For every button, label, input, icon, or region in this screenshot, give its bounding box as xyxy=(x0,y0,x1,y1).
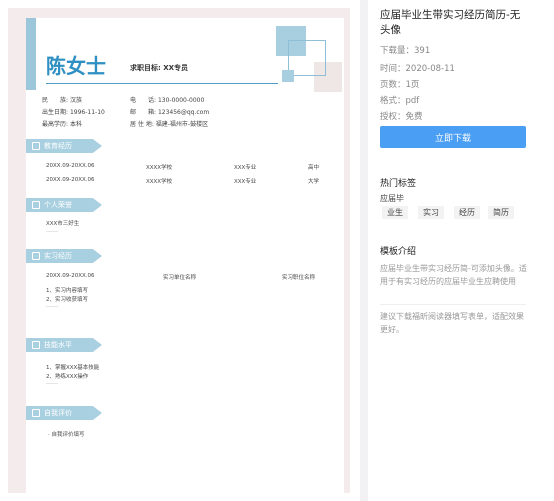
download-count: 下载量：391 xyxy=(380,46,431,56)
paper-frame: 陈女士 求职目标: XX专员 民 族: 汉族 出生日期: 1996-11-10 … xyxy=(8,8,350,493)
template-sidebar: 应届毕业生带实习经历简历-无头像 下载量：391 时间：2020-08-11 页… xyxy=(368,0,554,501)
table-cell: 实习单位名称 xyxy=(163,275,197,281)
table-cell: 高中 xyxy=(308,165,320,171)
intro-note: 建议下载福昕阅读器填写表单，适配效果更好。 xyxy=(380,312,524,334)
list-item: · 自我评价填写 xyxy=(48,432,85,438)
info-item: 最高学历: 本科 xyxy=(42,121,82,128)
user-icon xyxy=(32,201,40,209)
list-item: 1、实习内容填写 xyxy=(46,288,88,294)
ellipsis: …… xyxy=(46,302,58,309)
tag-link[interactable]: 应届毕 xyxy=(380,192,409,205)
section-experience: 实习经历 xyxy=(26,249,102,263)
list-item: XXX市三好生 xyxy=(46,221,80,227)
section-education: 教育经历 xyxy=(26,139,102,153)
ellipsis: …… xyxy=(46,227,58,234)
divider xyxy=(380,304,526,305)
accent-strip xyxy=(26,18,36,90)
info-item: 邮 箱: 123456@qq.com xyxy=(130,109,210,116)
section-skills: 技能水平 xyxy=(26,338,102,352)
file-format: 格式：pdf xyxy=(380,96,420,106)
resume-name: 陈女士 xyxy=(46,54,106,78)
table-cell: XXX专业 xyxy=(234,165,257,171)
table-cell: XXXX学校 xyxy=(146,165,173,171)
download-button[interactable]: 立即下载 xyxy=(380,126,526,148)
intro-text: 应届毕业生带实习经历简-可添加头像。适用于有实习经历的应届毕业生应聘使用 xyxy=(380,264,527,286)
page-count: 页数：1页 xyxy=(380,80,420,90)
table-cell: XXX专业 xyxy=(234,179,257,185)
folder-icon xyxy=(32,252,40,260)
tools-icon xyxy=(32,341,40,349)
table-row: 20XX.09-20XX.06 xyxy=(46,163,95,169)
tag-link[interactable]: 业生 xyxy=(382,206,408,219)
resume-objective: 求职目标: XX专员 xyxy=(130,64,189,72)
info-item: 居 住 地: 福建-福州市-鼓楼区 xyxy=(130,121,209,128)
table-row: 20XX.09-20XX.06 xyxy=(46,177,95,183)
resume-preview: 陈女士 求职目标: XX专员 民 族: 汉族 出生日期: 1996-11-10 … xyxy=(0,0,360,501)
graduation-cap-icon xyxy=(32,142,40,150)
info-item: 电 话: 130-0000-0000 xyxy=(130,97,205,104)
info-item: 出生日期: 1996-11-10 xyxy=(42,109,105,116)
tag-link[interactable]: 实习 xyxy=(418,206,444,219)
tags-heading: 热门标签 xyxy=(380,179,417,189)
table-cell: XXXX学校 xyxy=(146,179,173,185)
ellipsis: …… xyxy=(46,379,58,386)
divider xyxy=(46,83,278,84)
license: 授权：免费 xyxy=(380,112,423,122)
info-item: 民 族: 汉族 xyxy=(42,97,82,104)
tag-link[interactable]: 经历 xyxy=(454,206,480,219)
table-row: 20XX.09-20XX.06 xyxy=(46,273,95,279)
template-title: 应届毕业生带实习经历简历-无头像 xyxy=(380,9,521,36)
resume-page: 陈女士 求职目标: XX专员 民 族: 汉族 出生日期: 1996-11-10 … xyxy=(26,18,344,493)
list-item: 1、掌握XXX基本技能 xyxy=(46,365,100,371)
intro-heading: 模板介绍 xyxy=(380,247,417,257)
table-cell: 实习职位名称 xyxy=(282,275,316,281)
tag-link[interactable]: 简历 xyxy=(488,206,514,219)
table-cell: 大学 xyxy=(308,179,320,185)
decor-square xyxy=(282,70,294,82)
section-honors: 个人荣誉 xyxy=(26,198,102,212)
clipboard-icon xyxy=(32,409,40,417)
section-evaluation: 自我评价 xyxy=(26,406,102,420)
publish-date: 时间：2020-08-11 xyxy=(380,64,455,74)
